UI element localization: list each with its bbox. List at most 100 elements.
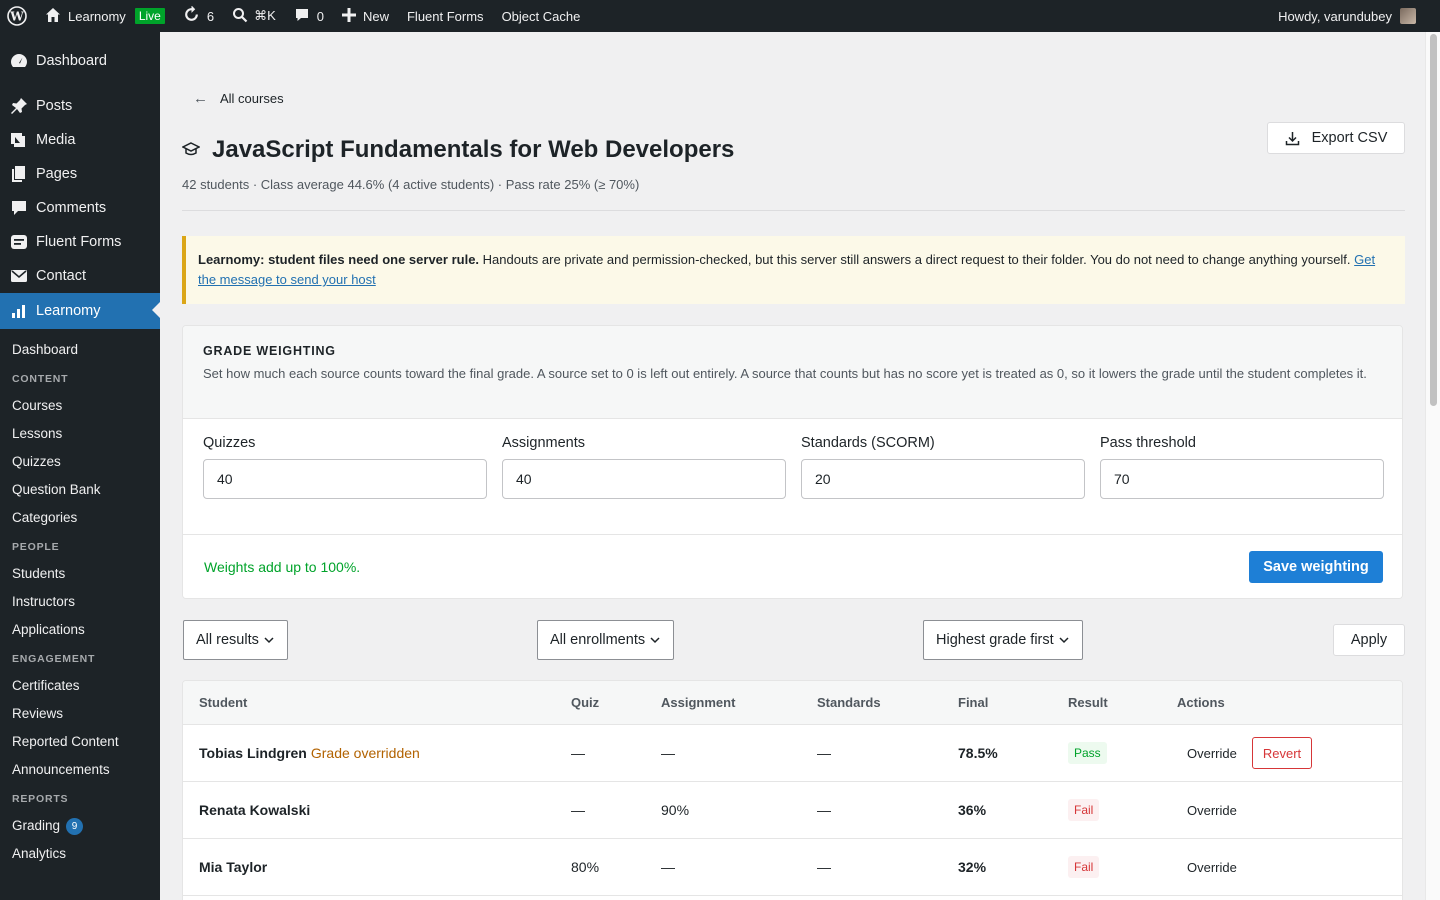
column-student[interactable]: Student <box>199 695 247 710</box>
object-cache-menu[interactable]: Object Cache <box>493 0 590 32</box>
menu-fluent-forms[interactable]: Fluent Forms <box>0 225 160 259</box>
column-assignment[interactable]: Assignment <box>661 695 735 710</box>
save-weighting-button[interactable]: Save weighting <box>1249 551 1383 583</box>
student-name: Mia Taylor <box>199 859 268 875</box>
scrollbar-thumb[interactable] <box>1430 34 1437 406</box>
submenu-instructors[interactable]: Instructors <box>0 588 160 616</box>
grades-table: Student Quiz Assignment Standards Final … <box>182 680 1403 900</box>
assignments-weight-field: Assignments <box>502 435 786 499</box>
column-actions: Actions <box>1177 695 1225 710</box>
section-people: PEOPLE <box>12 541 60 553</box>
back-to-courses-link[interactable]: ← All courses <box>193 90 284 107</box>
override-link[interactable]: Override <box>1187 803 1237 818</box>
submenu-lessons[interactable]: Lessons <box>0 420 160 448</box>
wordpress-logo-icon[interactable]: W <box>0 0 36 32</box>
submenu-dashboard[interactable]: Dashboard <box>0 336 160 364</box>
standards-cell: — <box>817 745 831 761</box>
menu-dashboard-label: Dashboard <box>36 53 107 69</box>
quiz-cell: — <box>571 745 585 761</box>
menu-contact-label: Contact <box>36 268 86 284</box>
column-result[interactable]: Result <box>1068 695 1108 710</box>
quizzes-weight-input[interactable] <box>203 459 487 499</box>
final-grade-cell: 78.5% <box>958 745 998 761</box>
submenu-analytics[interactable]: Analytics <box>0 840 160 868</box>
grade-weighting-card: GRADE WEIGHTING Set how much each source… <box>182 325 1403 599</box>
envelope-icon <box>9 266 29 286</box>
pin-icon <box>9 96 29 116</box>
site-name: Learnomy <box>68 8 126 24</box>
submenu-applications[interactable]: Applications <box>0 616 160 644</box>
main-content: ← All courses JavaScript Fundamentals fo… <box>160 32 1425 900</box>
revert-button[interactable]: Revert <box>1252 737 1312 769</box>
search-shortcut[interactable]: ⌘K <box>223 0 285 32</box>
submenu-announcements[interactable]: Announcements <box>0 756 160 784</box>
new-content-menu[interactable]: New <box>333 0 398 32</box>
final-grade-cell: 36% <box>958 802 987 818</box>
assignment-cell: — <box>661 859 675 875</box>
result-pass-badge: Pass <box>1068 742 1107 764</box>
course-summary: 42 students · Class average 44.6% (4 act… <box>182 177 640 192</box>
submenu-categories[interactable]: Categories <box>0 504 160 532</box>
menu-comments[interactable]: Comments <box>0 191 160 225</box>
submenu-reported-content[interactable]: Reported Content <box>0 728 160 756</box>
notice-title: Learnomy: student files need one server … <box>198 252 480 267</box>
quizzes-weight-label: Quizzes <box>203 435 256 451</box>
menu-dashboard[interactable]: Dashboard <box>0 44 160 78</box>
submenu-courses[interactable]: Courses <box>0 392 160 420</box>
standards-weight-input[interactable] <box>801 459 1085 499</box>
site-name-menu[interactable]: Learnomy Live <box>36 0 174 32</box>
page-header: JavaScript Fundamentals for Web Develope… <box>181 136 735 164</box>
pass-threshold-input[interactable] <box>1100 459 1384 499</box>
menu-pages[interactable]: Pages <box>0 157 160 191</box>
menu-contact[interactable]: Contact <box>0 259 160 293</box>
comments-menu[interactable]: 0 <box>285 0 333 32</box>
assignments-weight-input[interactable] <box>502 459 786 499</box>
fluent-forms-menu[interactable]: Fluent Forms <box>398 0 493 32</box>
page-title: JavaScript Fundamentals for Web Develope… <box>212 136 735 163</box>
enrollments-filter-select[interactable]: All enrollments <box>537 620 675 660</box>
table-row: Mia Taylor 80% — — 32% Fail Override <box>183 839 1402 896</box>
submenu-certificates[interactable]: Certificates <box>0 672 160 700</box>
comment-bubble-icon <box>294 7 310 26</box>
graduation-cap-icon <box>181 141 201 159</box>
media-icon <box>9 130 29 150</box>
menu-comments-label: Comments <box>36 200 107 216</box>
avatar <box>1400 8 1416 24</box>
notice-text: Handouts are private and permission-chec… <box>479 252 1355 267</box>
results-filter-select[interactable]: All results <box>183 620 288 660</box>
my-account-menu[interactable]: Howdy, varundubey <box>1278 8 1440 24</box>
grade-weighting-header: GRADE WEIGHTING Set how much each source… <box>183 326 1402 419</box>
submenu-reviews[interactable]: Reviews <box>0 700 160 728</box>
override-link[interactable]: Override <box>1187 746 1237 761</box>
assignment-cell: 90% <box>661 802 690 818</box>
grade-weighting-description: Set how much each source counts toward t… <box>203 366 1367 381</box>
column-final[interactable]: Final <box>958 695 988 710</box>
submenu-students[interactable]: Students <box>0 560 160 588</box>
menu-learnomy[interactable]: Learnomy <box>0 293 160 329</box>
page-scrollbar[interactable] <box>1425 32 1440 900</box>
result-fail-badge: Fail <box>1068 856 1100 878</box>
standards-cell: — <box>817 802 831 818</box>
weighting-status: Weights add up to 100%. <box>204 559 361 575</box>
updates-menu[interactable]: 6 <box>174 0 223 32</box>
download-icon <box>1285 131 1299 145</box>
chevron-down-icon <box>1059 637 1069 644</box>
submenu-question-bank[interactable]: Question Bank <box>0 476 160 504</box>
override-link[interactable]: Override <box>1187 860 1237 875</box>
learnomy-submenu: Dashboard CONTENT Courses Lessons Quizze… <box>0 329 160 868</box>
column-quiz[interactable]: Quiz <box>571 695 599 710</box>
back-link-label: All courses <box>220 91 284 106</box>
comments-count: 0 <box>316 8 324 24</box>
forms-icon <box>9 232 29 252</box>
submenu-quizzes[interactable]: Quizzes <box>0 448 160 476</box>
menu-posts[interactable]: Posts <box>0 89 160 123</box>
submenu-grading[interactable]: Grading 9 <box>0 812 160 840</box>
export-csv-button[interactable]: Export CSV <box>1267 122 1405 154</box>
menu-media[interactable]: Media <box>0 123 160 157</box>
sort-select[interactable]: Highest grade first <box>923 620 1083 660</box>
apply-filters-button[interactable]: Apply <box>1333 624 1405 656</box>
new-label: New <box>362 8 389 24</box>
standards-weight-label: Standards (SCORM) <box>801 435 935 451</box>
column-standards[interactable]: Standards <box>817 695 881 710</box>
dashboard-icon <box>9 51 29 71</box>
